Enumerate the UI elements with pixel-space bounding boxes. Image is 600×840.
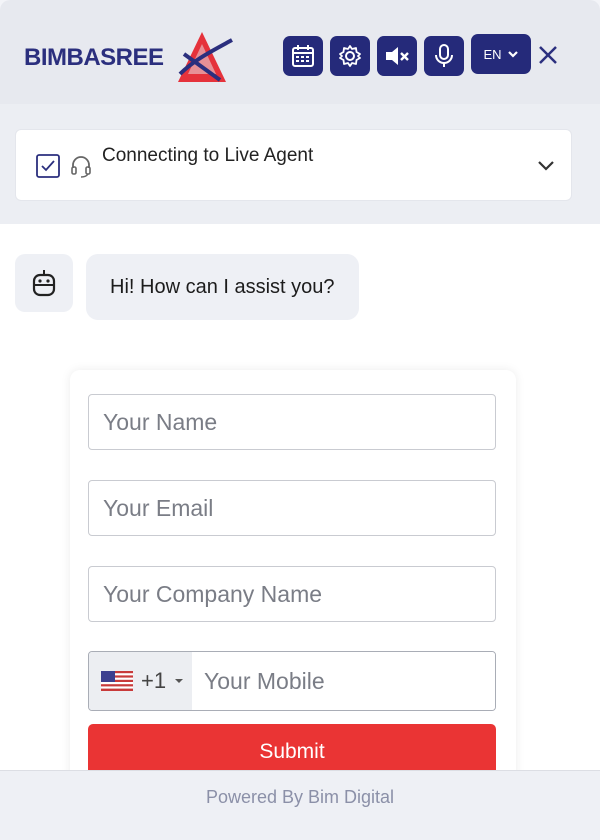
chat-area: Hi! How can I assist you? +1 bbox=[0, 224, 600, 800]
email-input[interactable] bbox=[88, 480, 496, 536]
footer: Powered By Bim Digital bbox=[0, 770, 600, 840]
calendar-button[interactable] bbox=[283, 36, 323, 76]
checkbox-icon[interactable] bbox=[36, 154, 60, 178]
name-input[interactable] bbox=[88, 394, 496, 450]
language-value: EN bbox=[483, 46, 502, 62]
phone-field: +1 bbox=[88, 651, 496, 711]
brand-logo: BIMBASREE bbox=[24, 30, 233, 86]
powered-by-text: Powered By Bim Digital bbox=[205, 787, 395, 807]
robot-icon bbox=[32, 270, 56, 297]
chevron-down-icon[interactable] bbox=[536, 158, 556, 172]
chevron-down-icon bbox=[507, 51, 518, 58]
settings-button[interactable] bbox=[330, 36, 370, 76]
company-input[interactable] bbox=[88, 566, 496, 622]
language-select[interactable]: EN bbox=[471, 34, 531, 74]
gear-icon bbox=[339, 45, 361, 67]
calendar-icon bbox=[292, 45, 314, 67]
mobile-input[interactable] bbox=[192, 652, 495, 710]
mute-icon bbox=[386, 47, 409, 65]
bot-avatar bbox=[15, 254, 73, 312]
close-button[interactable] bbox=[535, 42, 561, 68]
country-code: +1 bbox=[141, 668, 167, 693]
brand-name: BIMBASREE bbox=[24, 44, 164, 71]
agent-status-title: Connecting to Live Agent bbox=[102, 145, 314, 166]
mute-button[interactable] bbox=[377, 36, 417, 76]
live-agent-bar[interactable]: Connecting to Live Agent bbox=[15, 129, 572, 201]
header: BIMBASREE EN bbox=[0, 0, 600, 104]
headset-icon bbox=[71, 156, 91, 178]
microphone-button[interactable] bbox=[424, 36, 464, 76]
close-icon bbox=[539, 46, 557, 64]
microphone-icon bbox=[435, 44, 453, 67]
caret-down-icon bbox=[175, 679, 184, 683]
country-code-select[interactable]: +1 bbox=[89, 652, 192, 710]
us-flag-icon bbox=[101, 671, 133, 691]
brand-mark-icon bbox=[178, 32, 233, 82]
lead-form: +1 Submit bbox=[70, 370, 516, 800]
agent-bar-section: Connecting to Live Agent bbox=[0, 104, 600, 224]
bot-message-bubble: Hi! How can I assist you? bbox=[86, 254, 359, 320]
bot-message-text: Hi! How can I assist you? bbox=[110, 275, 335, 298]
chat-widget: BIMBASREE EN Connecting to Live Agent Hi… bbox=[0, 0, 600, 840]
